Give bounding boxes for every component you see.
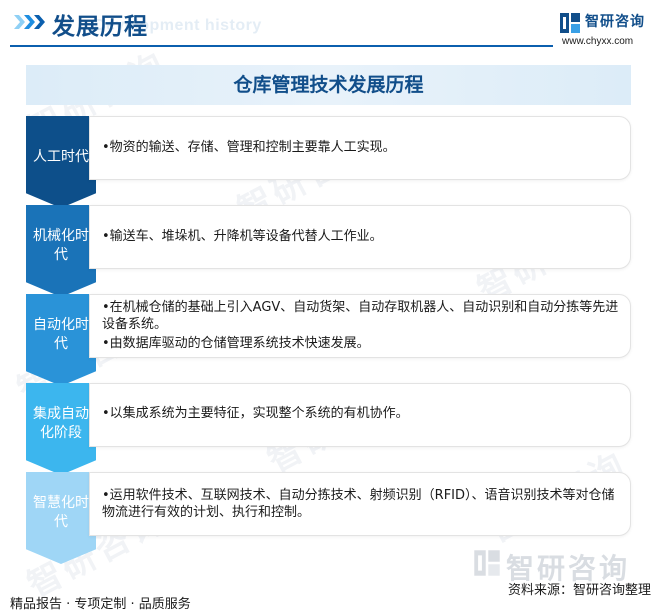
source-note: 资料来源：智研咨询整理	[508, 583, 652, 598]
logo-text: 智研咨询	[585, 14, 645, 30]
stage-text: •输送车、堆垛机、升降机等设备代替人工作业。	[102, 229, 383, 244]
chevron-right-icon	[14, 15, 25, 29]
stage-label: 集成自动化阶段	[26, 383, 96, 475]
stage-text: •在机械仓储的基础上引入AGV、自动货架、自动存取机器人、自动识别和自动分拣等先…	[102, 300, 619, 332]
page-title: 仓库管理技术发展历程	[233, 74, 424, 96]
stage-text: •物资的输送、存储、管理和控制主要靠人工实现。	[102, 140, 396, 155]
stage-row: 人工时代 •物资的输送、存储、管理和控制主要靠人工实现。	[26, 116, 632, 208]
chevron-right-icon	[34, 15, 45, 29]
stage-card: •物资的输送、存储、管理和控制主要靠人工实现。	[89, 116, 631, 180]
stage-label: 自动化时代	[26, 294, 96, 386]
header-divider	[10, 45, 553, 47]
stage-label: 智慧化时代	[26, 472, 96, 564]
header-title: 发展历程	[52, 13, 148, 40]
logo-url: www.chyxx.com	[562, 36, 634, 47]
chevron-right-icon	[24, 15, 35, 29]
stage-text: •以集成系统为主要特征，实现整个系统的有机协作。	[102, 406, 409, 421]
watermark-logo-icon	[474, 550, 500, 576]
footer-slogan: 精品报告 · 专项定制 · 品质服务	[10, 597, 191, 612]
stage-label: 人工时代	[26, 116, 96, 208]
chart-title-banner: 仓库管理技术发展历程	[26, 65, 631, 105]
stage-card: •运用软件技术、互联网技术、自动分拣技术、射频识别（RFID）、语音识别技术等对…	[89, 472, 631, 536]
stage-text: •由数据库驱动的仓储管理系统技术快速发展。	[102, 336, 370, 351]
stage-row: 机械化时代 •输送车、堆垛机、升降机等设备代替人工作业。	[26, 205, 632, 297]
stage-label: 机械化时代	[26, 205, 96, 297]
stage-row: 集成自动化阶段 •以集成系统为主要特征，实现整个系统的有机协作。	[26, 383, 632, 475]
stage-row: 自动化时代 •在机械仓储的基础上引入AGV、自动货架、自动存取机器人、自动识别和…	[26, 294, 632, 386]
stage-card: •以集成系统为主要特征，实现整个系统的有机协作。	[89, 383, 631, 447]
stage-card: •输送车、堆垛机、升降机等设备代替人工作业。	[89, 205, 631, 269]
page-header: Development history 发展历程 智研咨询 www.chyxx.…	[0, 0, 659, 50]
stage-text: •运用软件技术、互联网技术、自动分拣技术、射频识别（RFID）、语音识别技术等对…	[102, 488, 615, 520]
stage-card: •在机械仓储的基础上引入AGV、自动货架、自动存取机器人、自动识别和自动分拣等先…	[89, 294, 631, 358]
chyxx-logo-icon	[560, 13, 580, 33]
